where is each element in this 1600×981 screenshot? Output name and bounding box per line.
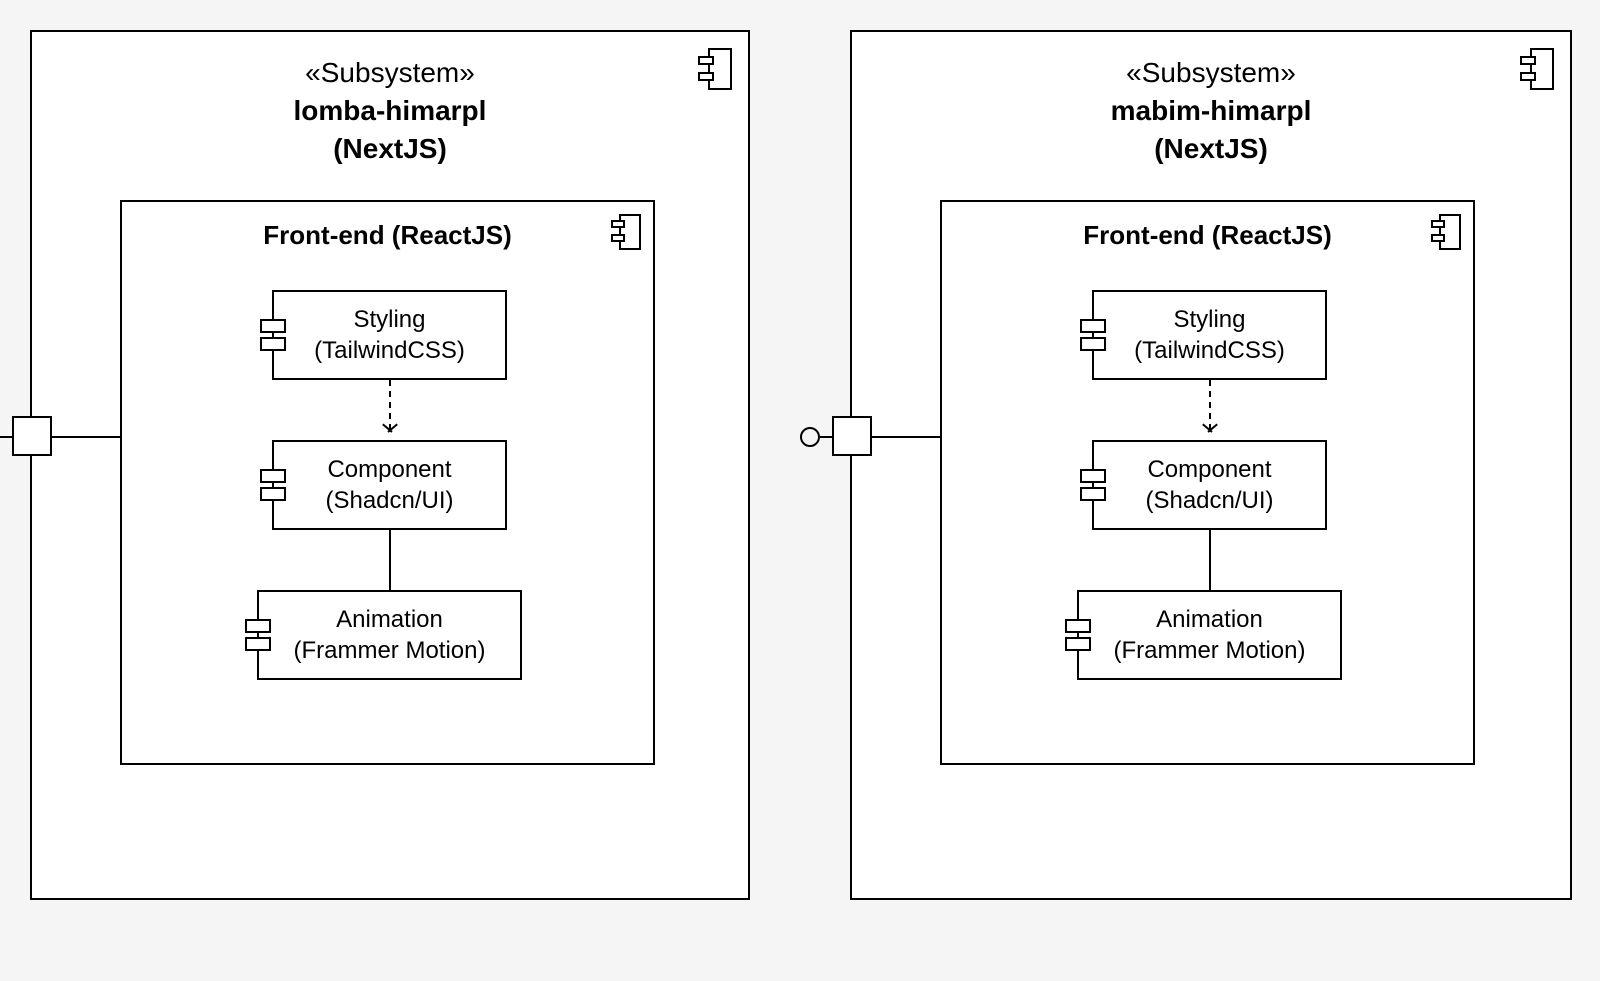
frontend-title: Front-end (ReactJS) (122, 202, 653, 251)
arrowhead-down-icon (1202, 427, 1218, 439)
port-icon (832, 416, 872, 456)
port-icon (12, 416, 52, 456)
component-tabs-icon (245, 615, 271, 655)
component-icon (1520, 48, 1554, 90)
component-icon (1431, 214, 1461, 250)
component-label: Styling (1094, 304, 1325, 335)
component-styling: Styling (TailwindCSS) (1092, 290, 1327, 380)
subsystem-lomba: «Subsystem» lomba-himarpl (NextJS) Front… (30, 30, 750, 900)
association-connector (389, 530, 391, 590)
component-label: Component (274, 454, 505, 485)
component-sub-label: (Frammer Motion) (259, 635, 520, 666)
component-sub-label: (Shadcn/UI) (1094, 485, 1325, 516)
component-tabs-icon (1080, 315, 1106, 355)
port-to-package-connector (52, 436, 120, 438)
component-tabs-icon (260, 315, 286, 355)
subsystem-header: «Subsystem» lomba-himarpl (NextJS) (32, 32, 748, 167)
component-styling: Styling (TailwindCSS) (272, 290, 507, 380)
component-sub-label: (Shadcn/UI) (274, 485, 505, 516)
component-animation: Animation (Frammer Motion) (1077, 590, 1342, 680)
subsystem-name: mabim-himarpl (852, 92, 1570, 130)
component-sub-label: (TailwindCSS) (274, 335, 505, 366)
frontend-package: Front-end (ReactJS) Styling (TailwindCSS… (120, 200, 655, 765)
component-label: Styling (274, 304, 505, 335)
component-sub-label: (TailwindCSS) (1094, 335, 1325, 366)
subsystem-tech: (NextJS) (852, 130, 1570, 168)
stereotype-label: «Subsystem» (1126, 57, 1296, 88)
component-label: Component (1094, 454, 1325, 485)
port-to-package-connector (872, 436, 940, 438)
component-tabs-icon (1065, 615, 1091, 655)
association-connector (1209, 530, 1211, 590)
frontend-package: Front-end (ReactJS) Styling (TailwindCSS… (940, 200, 1475, 765)
component-icon (611, 214, 641, 250)
component-label: Animation (1079, 604, 1340, 635)
component-animation: Animation (Frammer Motion) (257, 590, 522, 680)
component-tabs-icon (260, 465, 286, 505)
stereotype-label: «Subsystem» (305, 57, 475, 88)
diagram-canvas: «Subsystem» lomba-himarpl (NextJS) Front… (0, 0, 1600, 981)
dependency-connector (1209, 380, 1211, 430)
subsystem-header: «Subsystem» mabim-himarpl (NextJS) (852, 32, 1570, 167)
component-component: Component (Shadcn/UI) (1092, 440, 1327, 530)
provided-interface-icon (800, 427, 820, 447)
subsystem-name: lomba-himarpl (32, 92, 748, 130)
component-tabs-icon (1080, 465, 1106, 505)
frontend-title: Front-end (ReactJS) (942, 202, 1473, 251)
component-sub-label: (Frammer Motion) (1079, 635, 1340, 666)
arrowhead-down-icon (382, 427, 398, 439)
subsystem-mabim: «Subsystem» mabim-himarpl (NextJS) Front… (850, 30, 1572, 900)
subsystem-tech: (NextJS) (32, 130, 748, 168)
dependency-connector (389, 380, 391, 430)
component-icon (698, 48, 732, 90)
component-label: Animation (259, 604, 520, 635)
component-component: Component (Shadcn/UI) (272, 440, 507, 530)
